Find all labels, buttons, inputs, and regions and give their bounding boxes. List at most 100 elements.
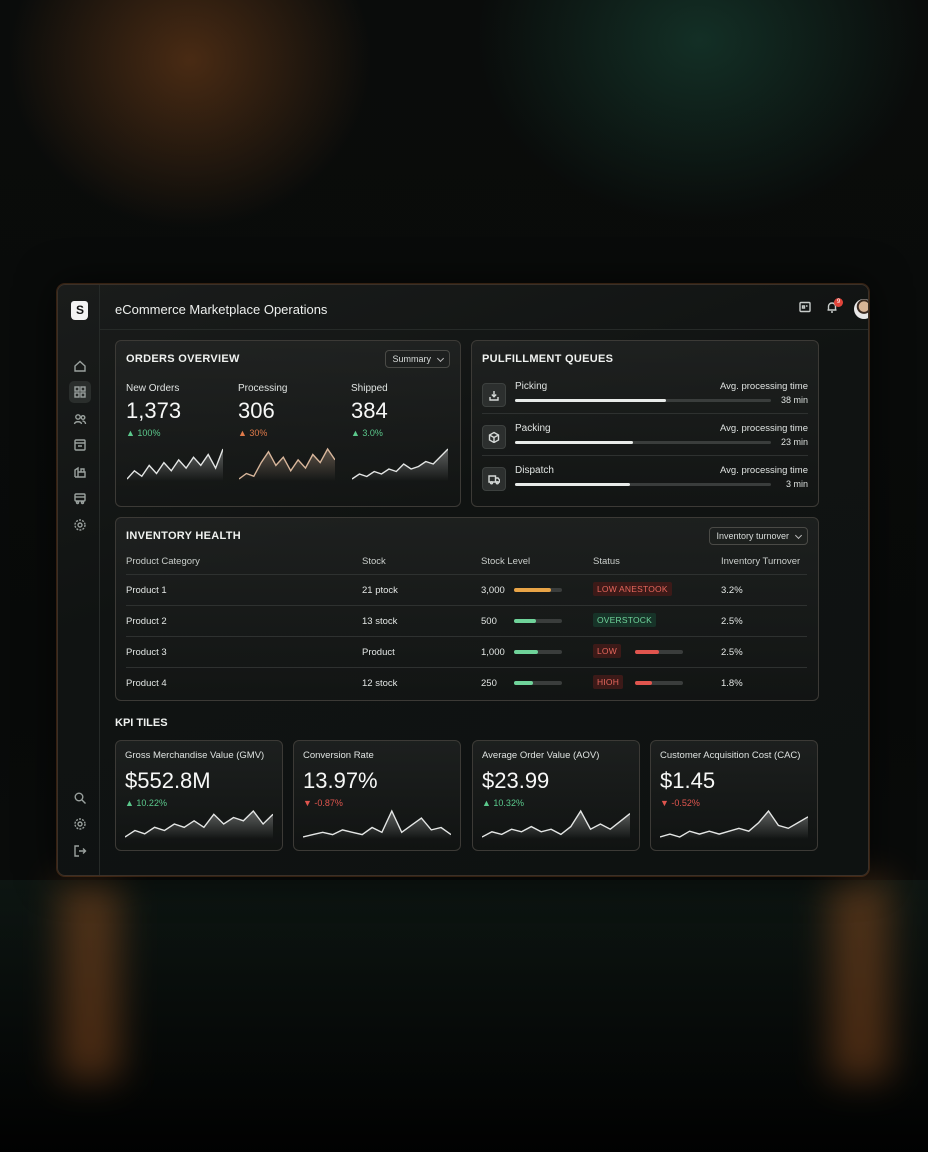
cell-stock: 21 ptock: [362, 585, 398, 596]
col-header-turnover: Inventory Turnover: [721, 556, 801, 567]
box-icon: [482, 425, 506, 449]
queue-meta: Avg. processing time: [719, 381, 808, 392]
sidebar-users-icon[interactable]: [69, 408, 91, 430]
stock-level-fill: [514, 588, 552, 592]
kpi-label: Customer Acquisition Cost (CAC): [660, 750, 801, 761]
orders-metric-label: New Orders: [126, 383, 180, 394]
orders-metric-sparkline: [238, 445, 336, 486]
inventory-health-panel: INVENTORY HEALTH Inventory turnover Prod…: [115, 517, 819, 701]
status-bar-fill: [635, 681, 652, 685]
orders-metric-sparkline: [351, 445, 449, 486]
cell-level: 3,000: [481, 585, 505, 596]
kpi-tile[interactable]: Gross Merchandise Value (GMV) $552.8M ▲ …: [115, 740, 283, 851]
queue-progress-track: [515, 483, 771, 486]
queue-time: 38 min: [780, 395, 808, 405]
queue-row[interactable]: Dispatch Avg. processing time 3 min: [482, 463, 808, 503]
sidebar-search-icon[interactable]: [69, 787, 91, 809]
orders-metric-sparkline: [126, 445, 224, 486]
kpi-value: $23.99: [482, 768, 550, 793]
orders-metric-value: 1,373: [126, 398, 182, 423]
avatar[interactable]: [854, 299, 868, 319]
orders-metric-delta: ▲ 100%: [126, 428, 161, 438]
status-badge: LOW: [593, 644, 621, 658]
queue-progress-fill: [515, 399, 667, 402]
queue-meta: Avg. processing time: [719, 465, 808, 476]
stock-level-track: [514, 650, 562, 654]
app-title: eCommerce Marketplace Operations: [115, 302, 328, 317]
kpi-sparkline: [659, 807, 809, 844]
inbox-download-icon: [482, 383, 506, 407]
orders-metric-delta: ▲ 30%: [238, 428, 268, 438]
queue-progress-track: [515, 441, 771, 444]
col-header-status: Status: [593, 556, 620, 567]
queue-name: Picking: [515, 381, 548, 392]
sidebar-home-icon[interactable]: [69, 355, 91, 377]
fulfillment-title: PULFILLMENT QUEUES: [482, 353, 614, 365]
sidebar-settings-icon[interactable]: [69, 514, 91, 536]
shop-logo-icon: [71, 301, 88, 320]
queue-progress-fill: [515, 483, 631, 486]
app-window: eCommerce Marketplace Operations 9 ORDER…: [57, 284, 869, 876]
sidebar-warehouse-icon[interactable]: [69, 461, 91, 483]
cell-level: 250: [481, 678, 497, 689]
col-header-category: Product Category: [126, 556, 200, 567]
kpi-value: 13.97%: [303, 768, 378, 793]
status-badge: LOW ANESTOOK: [593, 582, 672, 596]
status-badge: HIOH: [593, 675, 624, 689]
sidebar-gear-icon[interactable]: [69, 813, 91, 835]
cell-turnover: 2.5%: [721, 616, 743, 627]
queue-name: Packing: [515, 423, 551, 434]
kpi-label: Average Order Value (AOV): [482, 750, 600, 761]
cell-level: 500: [481, 616, 497, 627]
calendar-icon[interactable]: [798, 300, 814, 316]
kpi-sparkline: [302, 807, 452, 844]
kpi-value: $1.45: [660, 768, 716, 793]
inventory-turnover-dropdown[interactable]: Inventory turnover: [709, 527, 808, 545]
queue-separator: [482, 455, 808, 456]
floor-reflection: [0, 880, 928, 1152]
cell-category: Product 3: [126, 647, 167, 658]
orders-metric-value: 384: [351, 398, 388, 423]
cell-stock: Product: [362, 647, 395, 658]
kpi-tile[interactable]: Customer Acquisition Cost (CAC) $1.45 ▼ …: [650, 740, 818, 851]
orders-metric-delta: ▲ 3.0%: [351, 428, 383, 438]
sidebar-dashboard-icon[interactable]: [69, 381, 91, 403]
table-row[interactable]: Product 4 12 stock 250 HIOH 1.8%: [126, 667, 807, 699]
cell-stock: 13 stock: [362, 616, 398, 627]
status-bar-track: [635, 681, 683, 685]
kpi-tile[interactable]: Average Order Value (AOV) $23.99 ▲ 10.32…: [472, 740, 640, 851]
orders-summary-dropdown[interactable]: Summary: [385, 350, 450, 368]
queue-progress-track: [515, 399, 771, 402]
kpi-tile[interactable]: Conversion Rate 13.97% ▼ -0.87%: [293, 740, 461, 851]
table-row[interactable]: Product 2 13 stock 500 OVERSTOCK 2.5%: [126, 605, 807, 637]
kpi-title: KPI TILES: [115, 717, 168, 729]
stock-level-fill: [514, 681, 534, 685]
sidebar-shipping-icon[interactable]: [69, 487, 91, 509]
truck-icon: [482, 467, 506, 491]
col-header-stock: Stock: [362, 556, 386, 567]
cell-category: Product 1: [126, 585, 167, 596]
kpi-sparkline: [481, 807, 631, 844]
table-row[interactable]: Product 3 Product 1,000 LOW 2.5%: [126, 636, 807, 668]
sidebar-logout-icon[interactable]: [69, 840, 91, 862]
orders-overview-title: ORDERS OVERVIEW: [126, 353, 240, 365]
queue-time: 3 min: [785, 479, 808, 489]
cell-category: Product 2: [126, 616, 167, 627]
orders-metric-label: Shipped: [351, 383, 388, 394]
queue-separator: [482, 413, 808, 414]
orders-metric-label: Processing: [238, 383, 288, 394]
inventory-title: INVENTORY HEALTH: [126, 530, 242, 542]
stock-level-fill: [514, 650, 538, 654]
kpi-label: Conversion Rate: [303, 750, 374, 761]
status-bar-track: [635, 650, 683, 654]
queue-meta: Avg. processing time: [719, 423, 808, 434]
cell-turnover: 1.8%: [721, 678, 743, 689]
sidebar-orders-icon[interactable]: [69, 434, 91, 456]
status-badge: OVERSTOCK: [593, 613, 657, 627]
queue-time: 23 min: [780, 437, 808, 447]
table-row[interactable]: Product 1 21 ptock 3,000 LOW ANESTOOK 3.…: [126, 574, 807, 606]
kpi-label: Gross Merchandise Value (GMV): [125, 750, 265, 761]
stock-level-track: [514, 681, 562, 685]
orders-overview-panel: ORDERS OVERVIEW Summary New Orders 1,373…: [115, 340, 461, 507]
sidebar: [58, 285, 100, 875]
